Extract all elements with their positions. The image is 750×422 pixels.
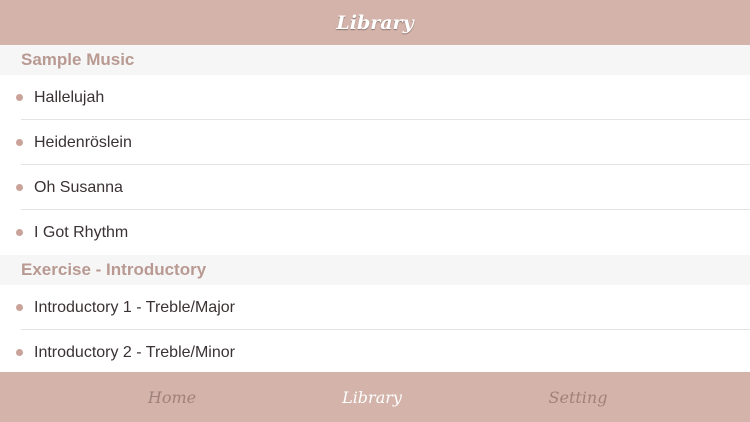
bullet-icon [16,348,23,356]
bullet-icon [16,93,23,101]
library-list[interactable]: Sample Music Hallelujah Heidenröslein Oh… [0,45,750,372]
list-item-label: Heidenröslein [34,133,132,151]
list-item[interactable]: Hallelujah [0,75,750,120]
list-item-label: Introductory 2 - Treble/Minor [34,343,235,361]
list-item[interactable]: Introductory 2 - Treble/Minor [0,330,750,372]
list-item[interactable]: I Got Rhythm [0,210,750,255]
tab-bar: Home Library Setting [0,372,750,422]
bullet-icon [16,138,23,146]
page-title: Library [336,11,414,34]
bullet-icon [16,183,23,191]
bullet-icon [16,228,23,236]
list-item[interactable]: Introductory 1 - Treble/Major [0,285,750,330]
list-item[interactable]: Heidenröslein [0,120,750,165]
tab-library[interactable]: Library [322,372,422,422]
list-item-label: Hallelujah [34,88,105,106]
section-header-sample-music: Sample Music [0,45,750,75]
list-item-label: Oh Susanna [34,178,123,196]
bullet-icon [16,303,23,311]
list-item[interactable]: Oh Susanna [0,165,750,210]
list-item-label: Introductory 1 - Treble/Major [34,298,235,316]
tab-home[interactable]: Home [122,372,222,422]
tab-setting[interactable]: Setting [528,372,628,422]
section-header-exercise-introductory: Exercise - Introductory [0,255,750,285]
navigation-bar: Library [0,0,750,45]
list-item-label: I Got Rhythm [34,223,129,241]
